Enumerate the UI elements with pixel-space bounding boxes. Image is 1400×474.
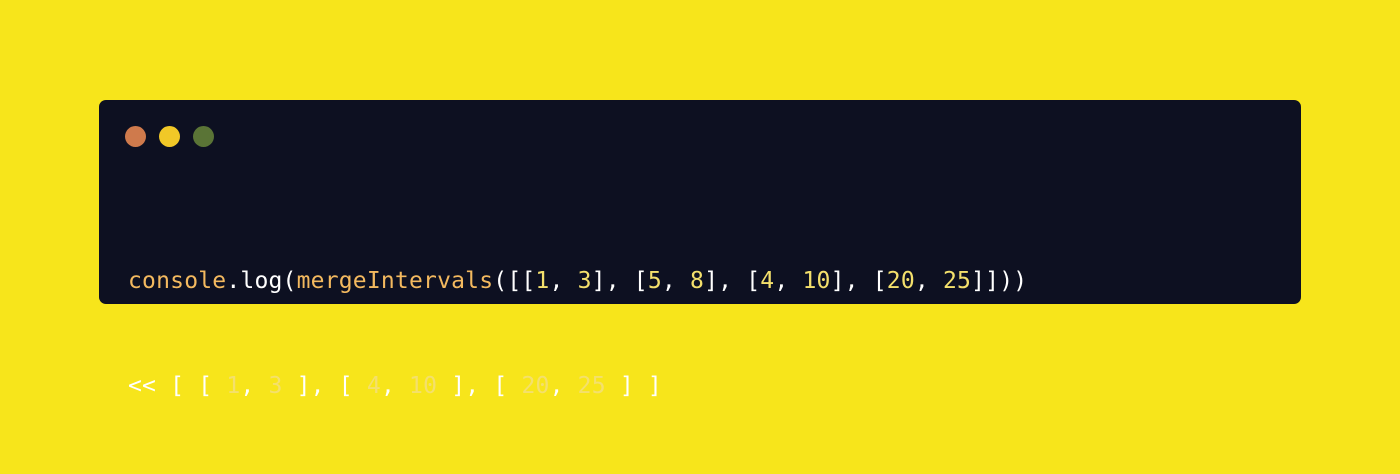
code-token-plain: << [ [ bbox=[128, 373, 227, 399]
code-token-number: 10 bbox=[802, 268, 831, 294]
code-token-plain: , bbox=[549, 268, 578, 294]
code-token-plain: ]])) bbox=[971, 268, 1028, 294]
code-token-plain: , bbox=[240, 373, 269, 399]
code-token-identifier: mergeIntervals bbox=[296, 268, 494, 294]
code-token-number: 20 bbox=[886, 268, 915, 294]
code-token-identifier: console bbox=[128, 268, 227, 294]
code-token-plain: , bbox=[549, 373, 578, 399]
code-token-number: 5 bbox=[647, 268, 662, 294]
code-token-number: 10 bbox=[409, 373, 438, 399]
code-token-number: 20 bbox=[521, 373, 550, 399]
maximize-dot-icon[interactable] bbox=[193, 126, 214, 147]
code-token-plain: ([[ bbox=[493, 268, 536, 294]
code-line-output: << [ [ 1, 3 ], [ 4, 10 ], [ 20, 25 ] ] bbox=[128, 369, 1027, 404]
code-token-plain: .log( bbox=[226, 268, 297, 294]
code-window: console.log(mergeIntervals([[1, 3], [5, … bbox=[99, 100, 1301, 399]
code-token-plain: ], [ bbox=[437, 373, 522, 399]
code-token-plain: , bbox=[774, 268, 803, 294]
code-token-plain: , bbox=[380, 373, 410, 399]
code-token-plain: ] ] bbox=[605, 373, 662, 399]
code-token-number: 1 bbox=[535, 268, 550, 294]
code-token-number: 1 bbox=[226, 373, 241, 399]
code-block: console.log(mergeIntervals([[1, 3], [5, … bbox=[128, 194, 1027, 474]
code-token-number: 4 bbox=[760, 268, 775, 294]
code-token-number: 3 bbox=[268, 373, 283, 399]
code-token-plain: , bbox=[661, 268, 691, 294]
minimize-dot-icon[interactable] bbox=[159, 126, 180, 147]
code-token-plain: , bbox=[914, 268, 943, 294]
window-controls bbox=[125, 126, 214, 147]
code-token-plain: ], [ bbox=[282, 373, 367, 399]
code-token-plain: ], [ bbox=[704, 268, 761, 294]
code-line-input: console.log(mergeIntervals([[1, 3], [5, … bbox=[128, 264, 1027, 299]
code-token-number: 25 bbox=[943, 268, 972, 294]
close-dot-icon[interactable] bbox=[125, 126, 146, 147]
code-token-number: 25 bbox=[577, 373, 606, 399]
code-token-plain: ], [ bbox=[830, 268, 887, 294]
code-token-number: 8 bbox=[690, 268, 705, 294]
code-token-number: 4 bbox=[366, 373, 381, 399]
code-token-plain: ], [ bbox=[591, 268, 648, 294]
code-token-number: 3 bbox=[577, 268, 592, 294]
